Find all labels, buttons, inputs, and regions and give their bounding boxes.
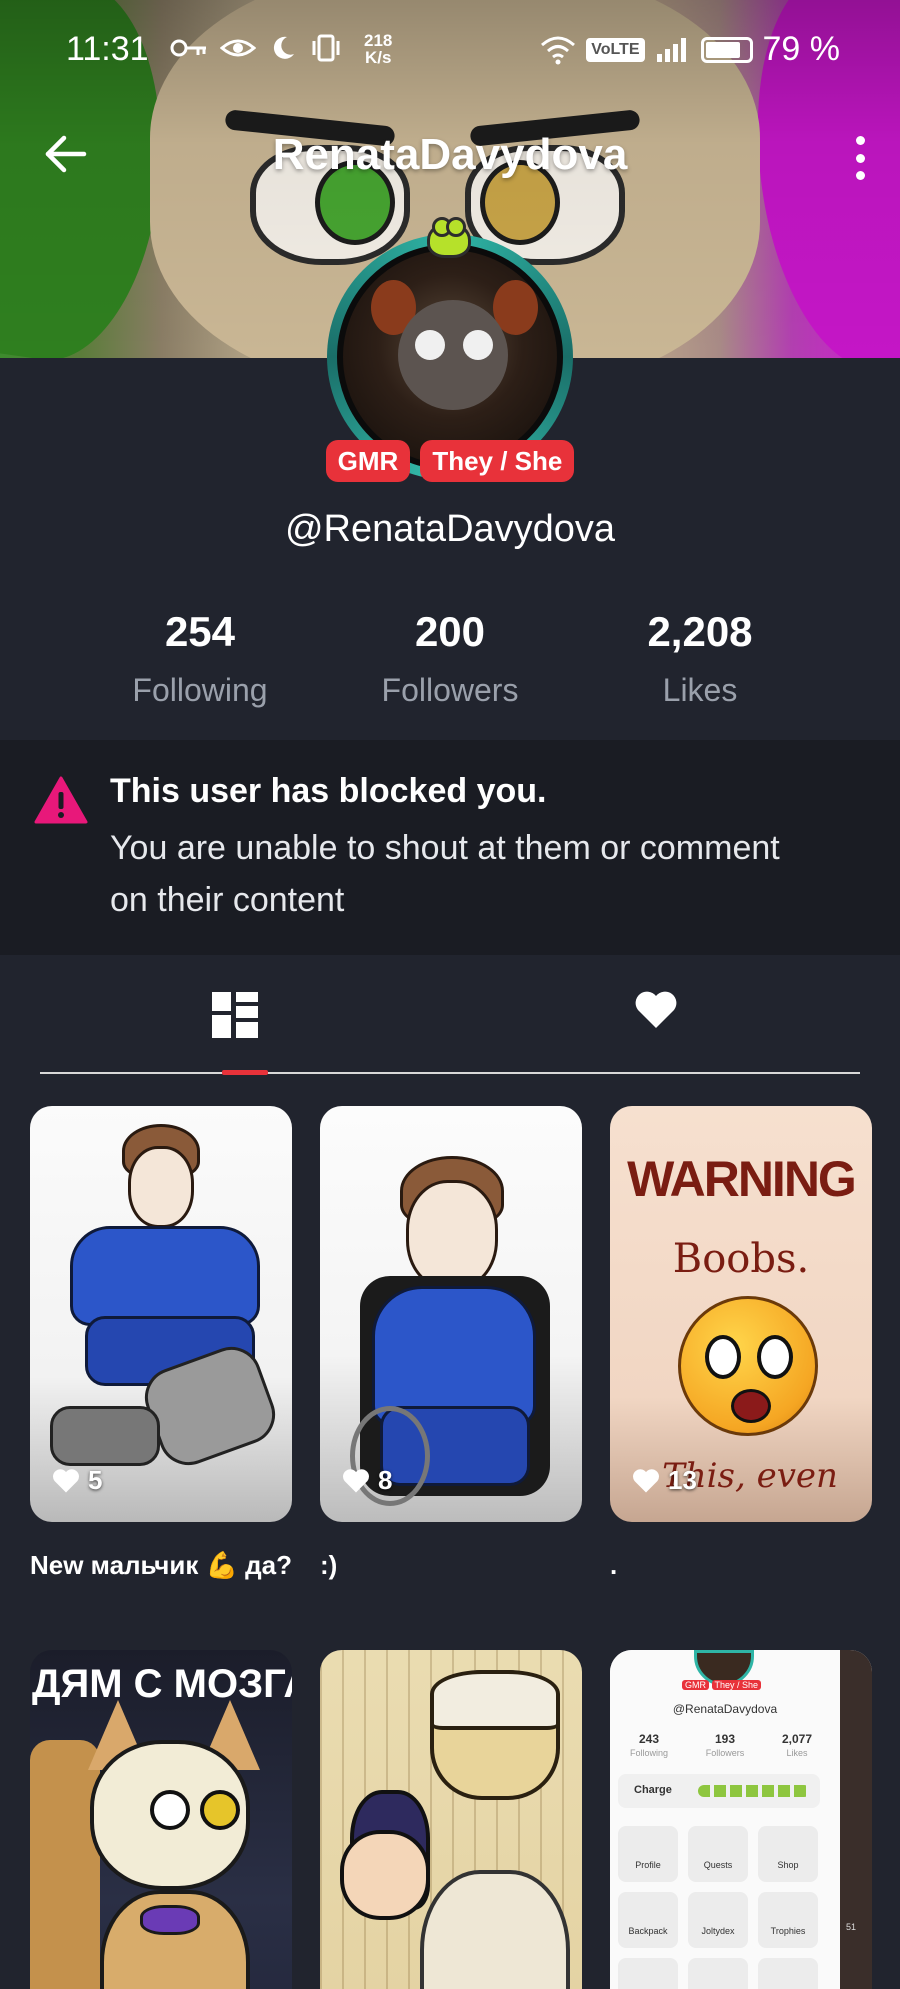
tab-liked[interactable] [632,990,680,1036]
post-like-count: 13 [668,1465,697,1495]
mini-tile [758,1958,818,1989]
mini-tile: Profile [618,1826,678,1882]
profile-stats: 254 Following 200 Followers 2,208 Likes [0,608,900,718]
signal-icon [656,37,686,62]
mini-tile: Joltydex [688,1892,748,1948]
post-likes: 5 [52,1465,102,1496]
avatar [337,244,563,470]
blocked-title: This user has blocked you. [110,772,547,810]
heart-icon [633,1468,659,1492]
content-tabs [40,980,860,1076]
tab-active-indicator [222,1070,268,1075]
more-options-button[interactable] [850,136,870,180]
key-icon [170,39,206,57]
speed-unit: K/s [364,48,392,67]
tab-posts[interactable] [212,992,258,1038]
post-like-count: 8 [378,1465,393,1495]
mini-tile [618,1958,678,1989]
frog-frame-icon [427,217,471,258]
post-card[interactable]: WARNING Boobs. This, even 13 [610,1106,872,1522]
post-card[interactable]: 5 [30,1106,292,1522]
mini-handle: @RenataDavydova [672,1702,778,1716]
grid-icon [212,992,258,1038]
post-card[interactable]: ДЯМ С МОЗГА [30,1650,292,1989]
battery-icon [700,36,753,63]
heart-icon [343,1468,369,1492]
post-image-text: WARNING [627,1151,857,1207]
post-card[interactable]: 8 [320,1106,582,1522]
mini-tile: Quests [688,1826,748,1882]
stat-label: Following [132,672,268,708]
status-right: VoLTE 79 % [540,30,840,69]
mini-tile [688,1958,748,1989]
stat-value: 200 [414,608,486,655]
badge-role: GMR [325,440,411,482]
post-card[interactable] [320,1650,582,1989]
heart-icon [53,1468,79,1492]
battery-level: 79 % [762,30,841,68]
post-image-text: Boobs. [672,1236,810,1282]
mini-charge-label: Charge [634,1784,672,1796]
warning-icon [34,776,88,824]
moon-icon [273,36,294,59]
status-bar: 11:31 218 K/s VoLTE 79 % [0,28,900,78]
post-likes: 13 [632,1465,697,1496]
mini-badge: They / She [711,1680,762,1690]
blocked-message: You are unable to shout at them or comme… [110,829,780,919]
profile-badges: GMR They / She [0,440,900,482]
post-caption: New мальчик 💪 да? [30,1550,293,1580]
network-speed: 218 K/s [364,32,392,66]
stat-likes: 2,208 Likes [575,608,825,709]
badge-pronouns: They / She [420,440,575,482]
profile-screen: 11:31 218K/s VoLTE 79 % RenataDavydova [0,0,900,1989]
post-likes: 8 [342,1465,392,1496]
profile-handle: @RenataDavydova [284,508,616,550]
status-time: 11:31 [66,30,149,68]
eye-icon [220,39,257,57]
vibrate-icon [312,34,340,62]
post-card[interactable]: GMR They / She @RenataDavydova 243 Follo… [610,1650,872,1989]
page-title: RenataDavydova [272,130,628,179]
stat-followers[interactable]: 200 Followers [325,608,575,709]
tab-divider [40,1072,860,1074]
status-icons [170,30,343,64]
top-bar: RenataDavydova [0,130,900,190]
post-caption: . [610,1550,618,1580]
volte-badge: VoLTE [586,37,645,62]
heart-icon [635,991,677,1028]
more-vertical-icon [855,136,865,145]
post-like-count: 5 [88,1465,103,1495]
mini-badge: GMR [682,1680,709,1690]
mini-profile-screenshot: GMR They / She @RenataDavydova 243 Follo… [610,1650,840,1989]
mini-tile: Shop [758,1826,818,1882]
mini-side-count: 51 [846,1922,857,1932]
stat-label: Followers [381,672,519,708]
stat-value: 254 [164,608,236,655]
post-caption: :) [320,1550,338,1580]
mini-tile: Backpack [618,1892,678,1948]
wifi-icon [541,36,576,64]
mini-tile: Trophies [758,1892,818,1948]
flushed-emoji [678,1296,818,1436]
stat-value: 2,208 [647,608,753,655]
stat-following[interactable]: 254 Following [75,608,325,709]
stat-label: Likes [662,672,738,708]
